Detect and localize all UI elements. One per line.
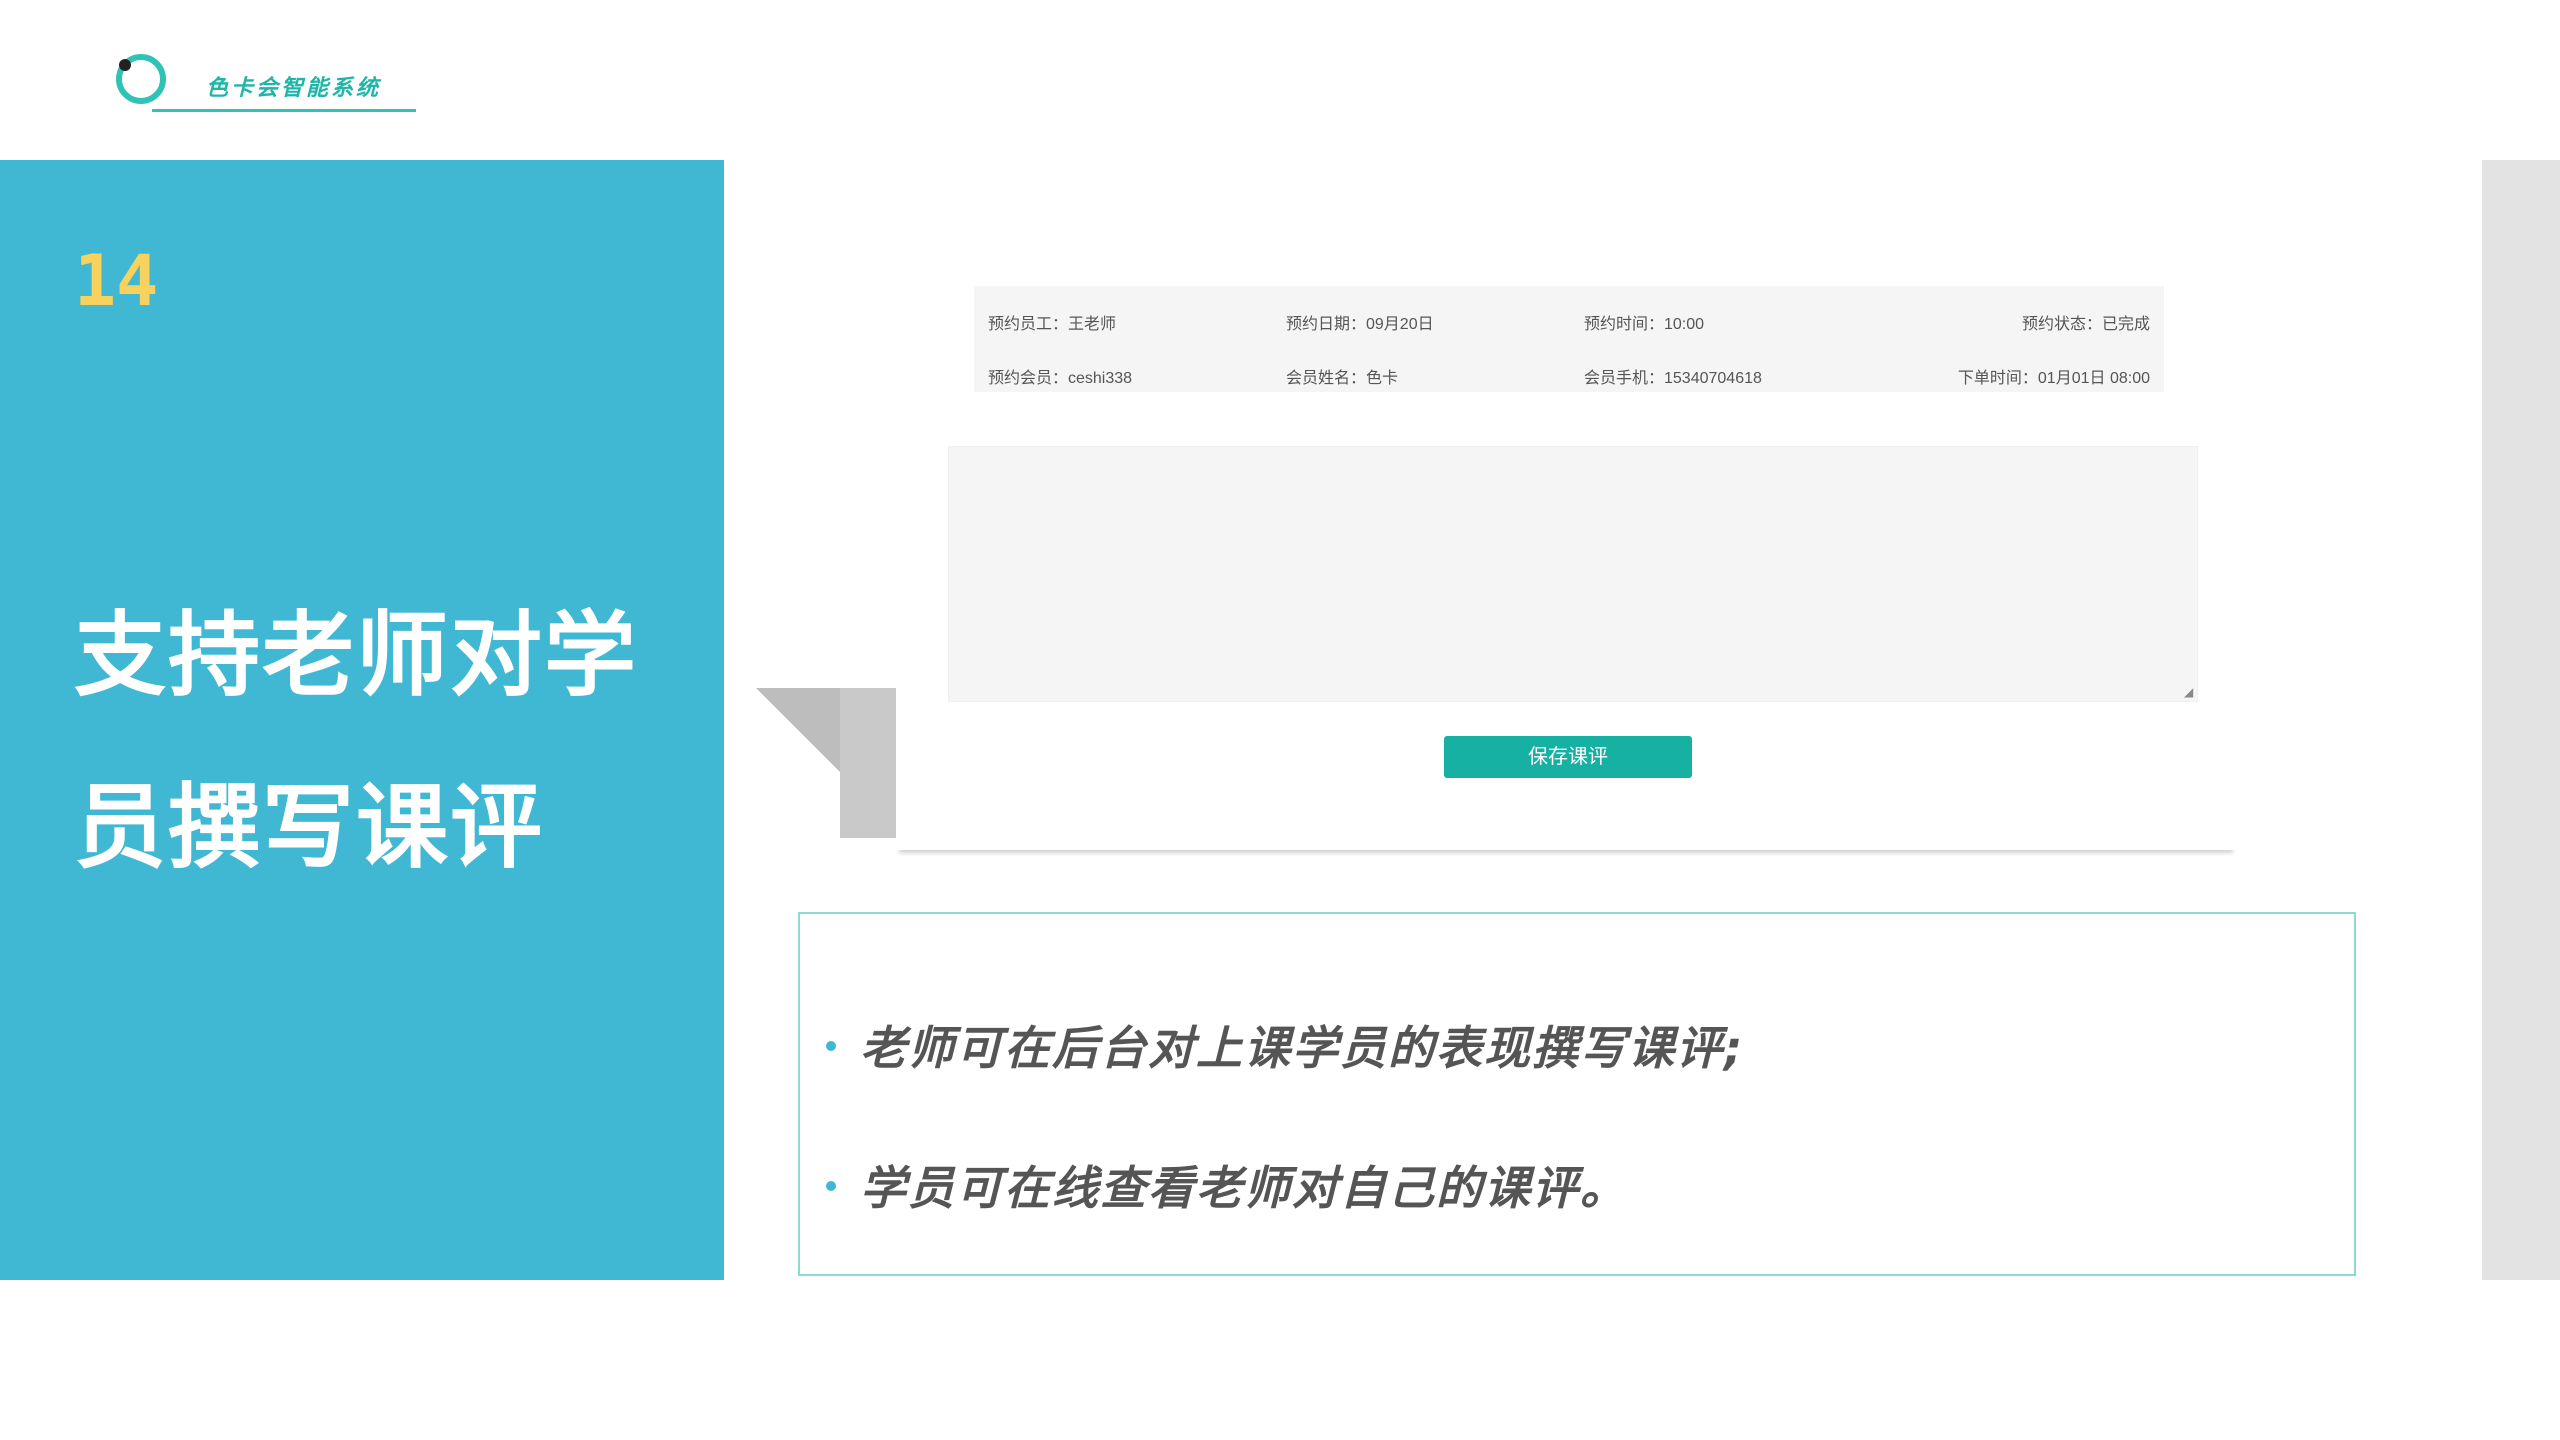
resize-grip-icon[interactable]: ◢ <box>2184 686 2234 848</box>
info-row: 预约员工：王老师 预约日期：09月20日 预约时间：10:00 预约状态：已完成 <box>988 310 2150 333</box>
info-member: 预约会员：ceshi338 <box>988 370 1133 387</box>
bullet-item: 学员可在线查看老师对自己的课评。 <box>826 1152 1628 1218</box>
info-member-name: 会员姓名：色卡 <box>1286 370 1399 387</box>
appointment-info: 预约员工：王老师 预约日期：09月20日 预约时间：10:00 预约状态：已完成… <box>974 286 2164 392</box>
right-decor-strip <box>2482 160 2560 1280</box>
logo-underline <box>152 109 416 112</box>
info-staff: 预约员工：王老师 <box>988 316 1117 333</box>
logo-text: 色卡会智能系统 <box>206 76 382 101</box>
bullet-text: 老师可在后台对上课学员的表现撰写课评; <box>860 1021 1745 1075</box>
info-row: 预约会员：ceshi338 会员姓名：色卡 会员手机：15340704618 下… <box>988 364 2150 387</box>
info-time: 预约时间：10:00 <box>1584 316 1705 333</box>
slide-title-line-2: 员撰写课评 <box>74 774 545 881</box>
bullet-item: 老师可在后台对上课学员的表现撰写课评; <box>826 1012 1744 1078</box>
bullet-list: 老师可在后台对上课学员的表现撰写课评; 学员可在线查看老师对自己的课评。 <box>798 912 2356 1276</box>
bullet-dot-icon <box>826 1040 836 1051</box>
bullet-dot-icon <box>826 1180 836 1191</box>
slide-title-line-1: 支持老师对学 <box>74 602 639 709</box>
info-status: 预约状态：已完成 <box>2021 316 2150 333</box>
save-review-button[interactable]: 保存课评 <box>1444 736 1692 778</box>
embedded-screenshot: 预约员工：王老师 预约日期：09月20日 预约时间：10:00 预约状态：已完成… <box>896 262 2236 850</box>
slide-number: 14 <box>74 240 159 322</box>
logo: 色卡会智能系统 <box>112 50 416 116</box>
decor-shadow-block <box>840 688 896 838</box>
left-title-panel: 14 支持老师对学 员撰写课评 <box>0 160 724 1280</box>
info-date: 预约日期：09月20日 <box>1286 316 1434 333</box>
info-order-time: 下单时间：01月01日 08:00 <box>1957 370 2150 387</box>
logo-dot-icon <box>119 59 131 71</box>
comment-textarea[interactable] <box>948 446 2198 702</box>
info-member-phone: 会员手机：15340704618 <box>1584 370 1762 387</box>
slide-title: 支持老师对学 员撰写课评 <box>74 570 694 914</box>
bullet-text: 学员可在线查看老师对自己的课评。 <box>860 1161 1628 1215</box>
